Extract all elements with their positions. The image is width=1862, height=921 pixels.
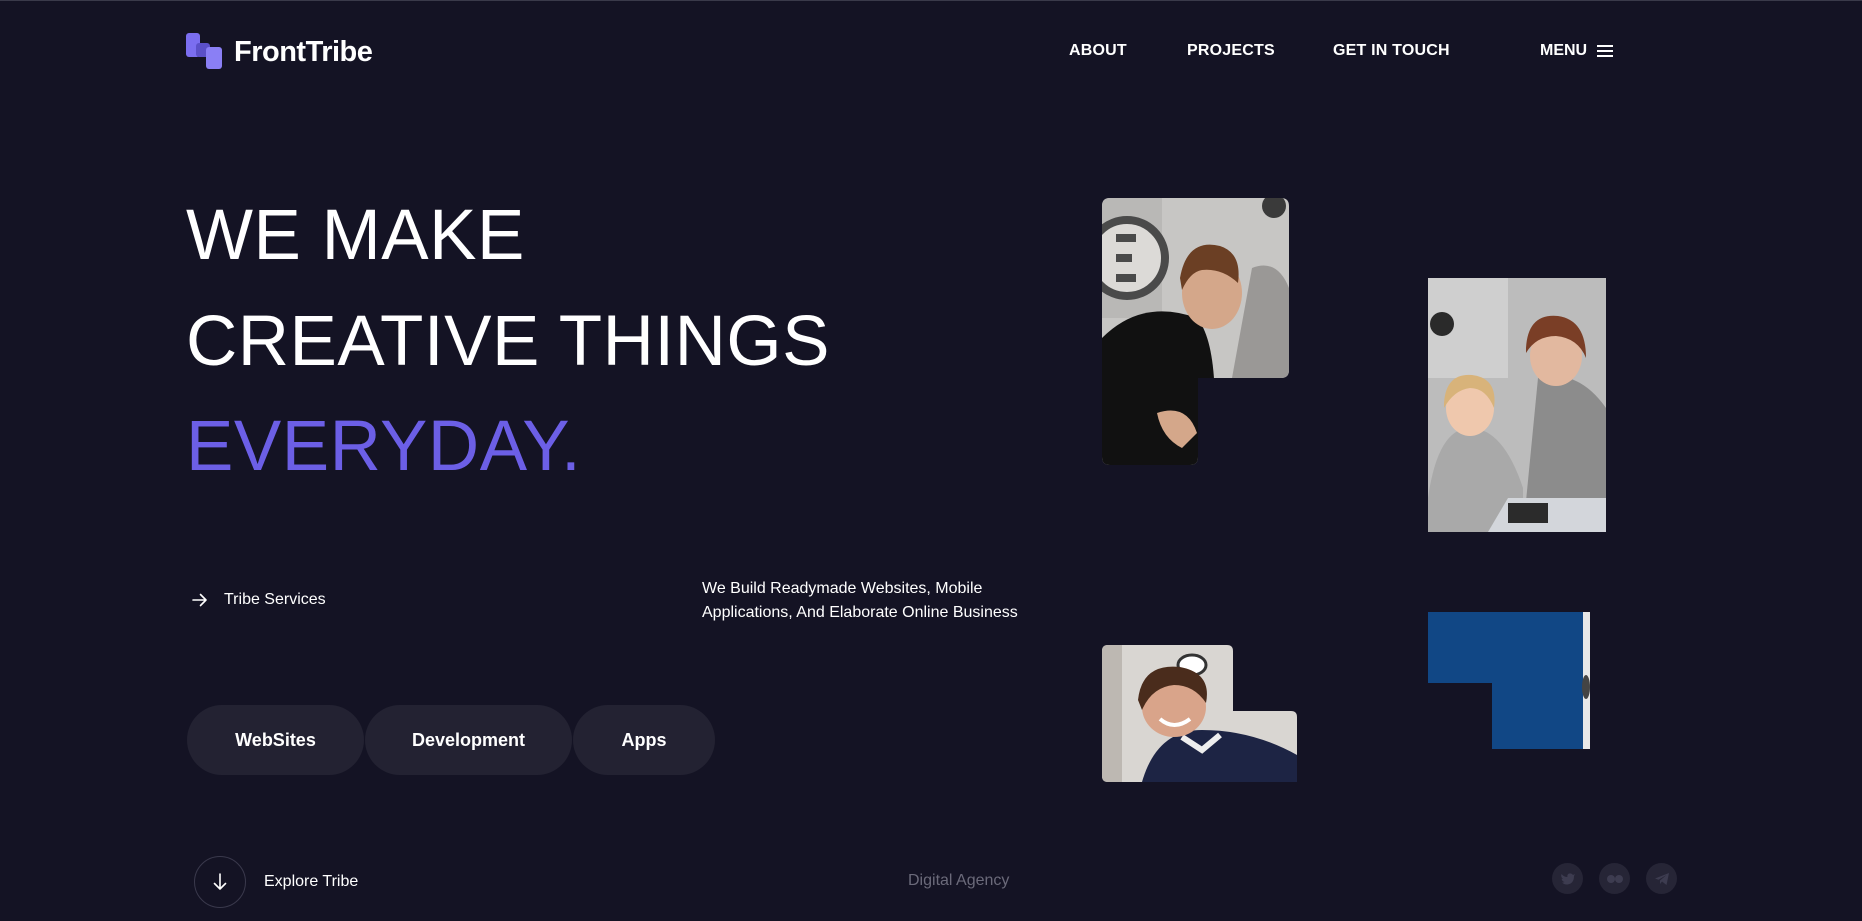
explore-tribe-link[interactable]: Explore Tribe [194,856,358,908]
flickr-icon[interactable] [1599,863,1630,894]
tribe-services-link[interactable]: Tribe Services [192,591,326,609]
hero-line-3: EVERYDAY. [186,407,582,486]
pill-websites[interactable]: WebSites [187,705,364,775]
social-links [1552,863,1677,894]
twitter-icon[interactable] [1552,863,1583,894]
landing-page: FrontTribe ABOUT PROJECTS GET IN TOUCH M… [0,0,1862,921]
team-photo-women-laptop [1428,278,1606,532]
arrow-down-icon [194,856,246,908]
pill-development[interactable]: Development [365,705,572,775]
explore-tribe-label: Explore Tribe [264,873,359,890]
hero-line-2: CREATIVE THINGS [186,302,830,381]
tribe-services-label: Tribe Services [224,591,326,608]
arrow-right-icon [192,593,207,607]
fronttribe-logo-icon [186,33,224,71]
digital-agency-text: Digital Agency [908,872,1010,889]
menu-button[interactable]: MENU [1540,42,1614,60]
menu-label: MENU [1540,42,1588,59]
nav-projects[interactable]: PROJECTS [1187,42,1275,60]
team-photo-smiling-man [1102,645,1297,782]
team-photo-man-laptop [1102,198,1289,465]
brand-logo[interactable]: FrontTribe [186,33,373,71]
hamburger-icon [1597,45,1614,57]
nav-get-in-touch[interactable]: GET IN TOUCH [1333,42,1450,60]
hero-line-1: WE MAKE [186,196,525,275]
nav-about[interactable]: ABOUT [1069,42,1127,60]
brand-name: FrontTribe [234,35,373,68]
tagline: We Build Readymade Websites, Mobile Appl… [702,580,1018,621]
telegram-icon[interactable] [1646,863,1677,894]
team-photo-blue-wall [1428,612,1590,749]
pill-apps[interactable]: Apps [573,705,715,775]
